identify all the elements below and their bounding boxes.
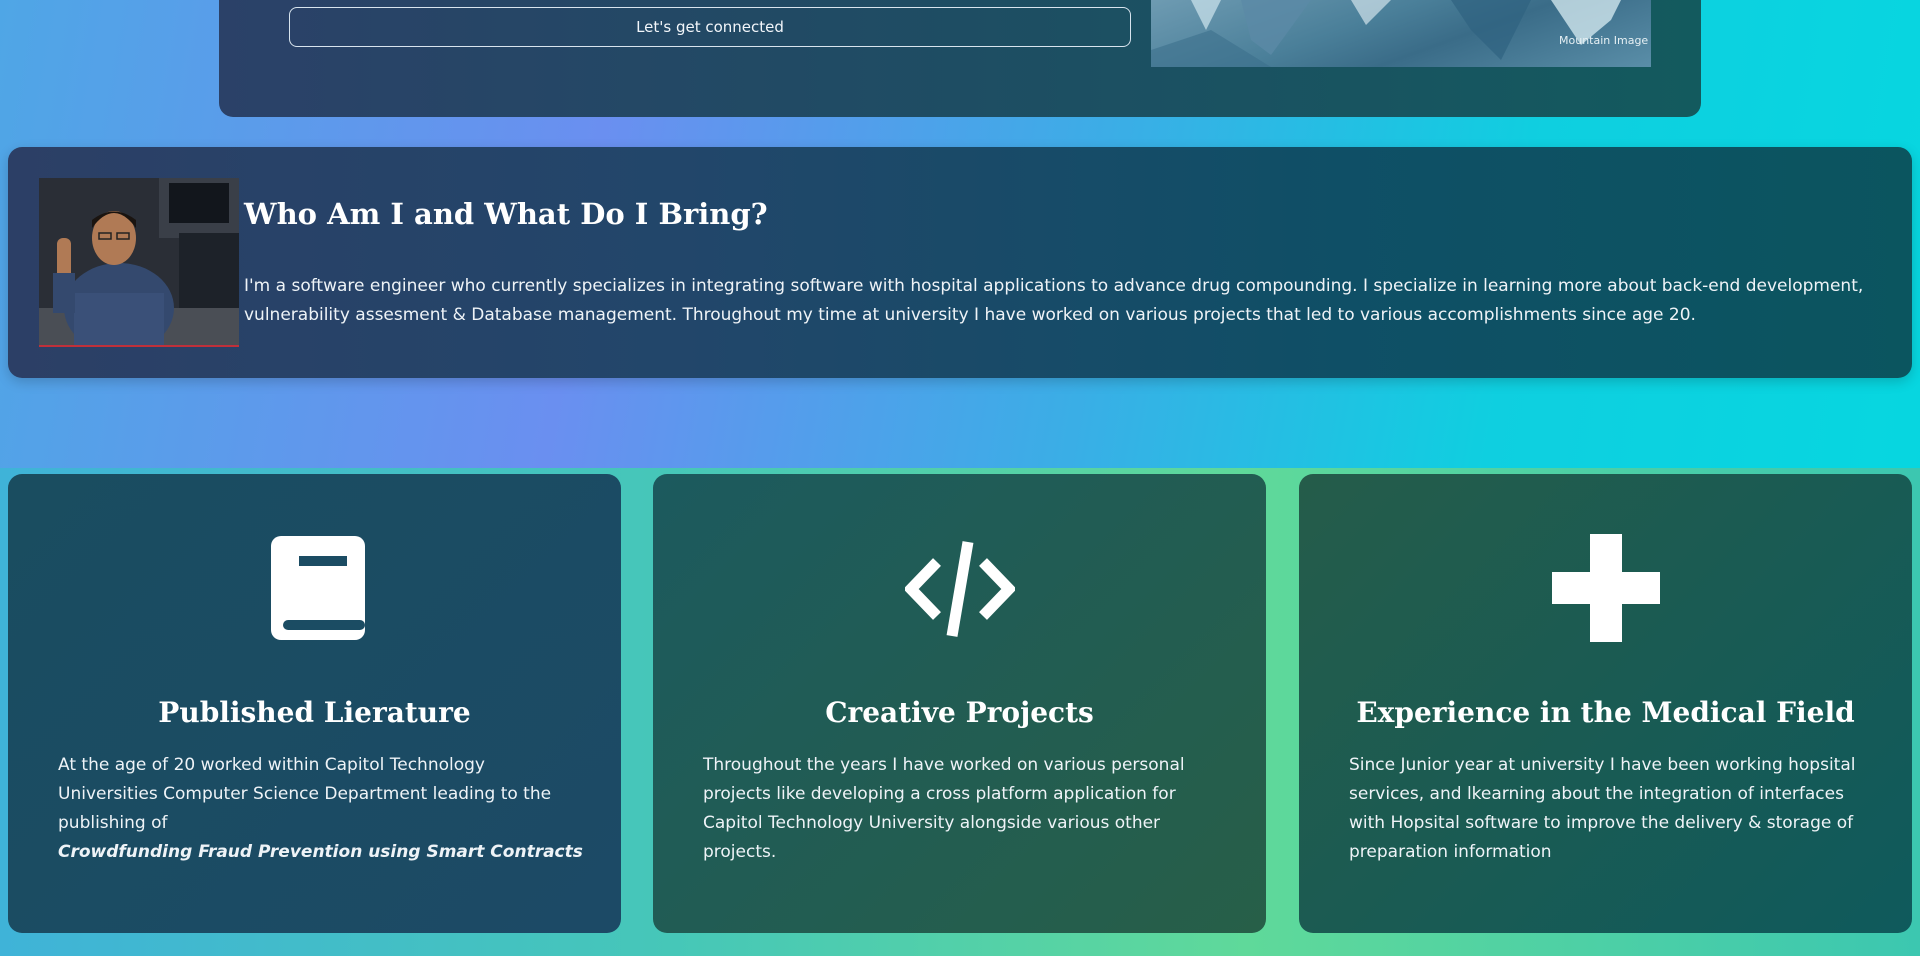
feature-title: Experience in the Medical Field	[1356, 696, 1855, 729]
feature-text: At the age of 20 worked within Capitol T…	[58, 751, 583, 867]
about-title: Who Am I and What Do I Bring?	[244, 197, 768, 231]
code-icon	[653, 534, 1266, 644]
feature-text: Throughout the years I have worked on va…	[703, 755, 1185, 862]
publication-title: Crowdfunding Fraud Prevention using Smar…	[58, 842, 583, 862]
feature-card-projects: Creative Projects Throughout the years I…	[653, 474, 1266, 933]
profile-photo	[39, 178, 239, 347]
about-section: Who Am I and What Do I Bring? I'm a soft…	[8, 147, 1912, 378]
feature-title: Published Lierature	[158, 696, 471, 729]
mountain-image-caption: Mountain Image	[1559, 34, 1649, 47]
feature-description: At the age of 20 worked within Capitol T…	[58, 755, 552, 833]
feature-card-medical: Experience in the Medical Field Since Ju…	[1299, 474, 1912, 933]
connect-button[interactable]: Let's get connected	[289, 7, 1131, 47]
book-icon	[8, 534, 621, 644]
feature-title: Creative Projects	[825, 696, 1094, 729]
plus-icon	[1299, 534, 1912, 644]
mountain-image: Mountain Image	[1151, 0, 1651, 67]
feature-card-literature: Published Lierature At the age of 20 wor…	[8, 474, 621, 933]
feature-text: Since Junior year at university I have b…	[1349, 755, 1856, 862]
about-text: I'm a software engineer who currently sp…	[244, 276, 1864, 325]
hero-card: Let's get connected Mountain Image	[219, 0, 1701, 117]
